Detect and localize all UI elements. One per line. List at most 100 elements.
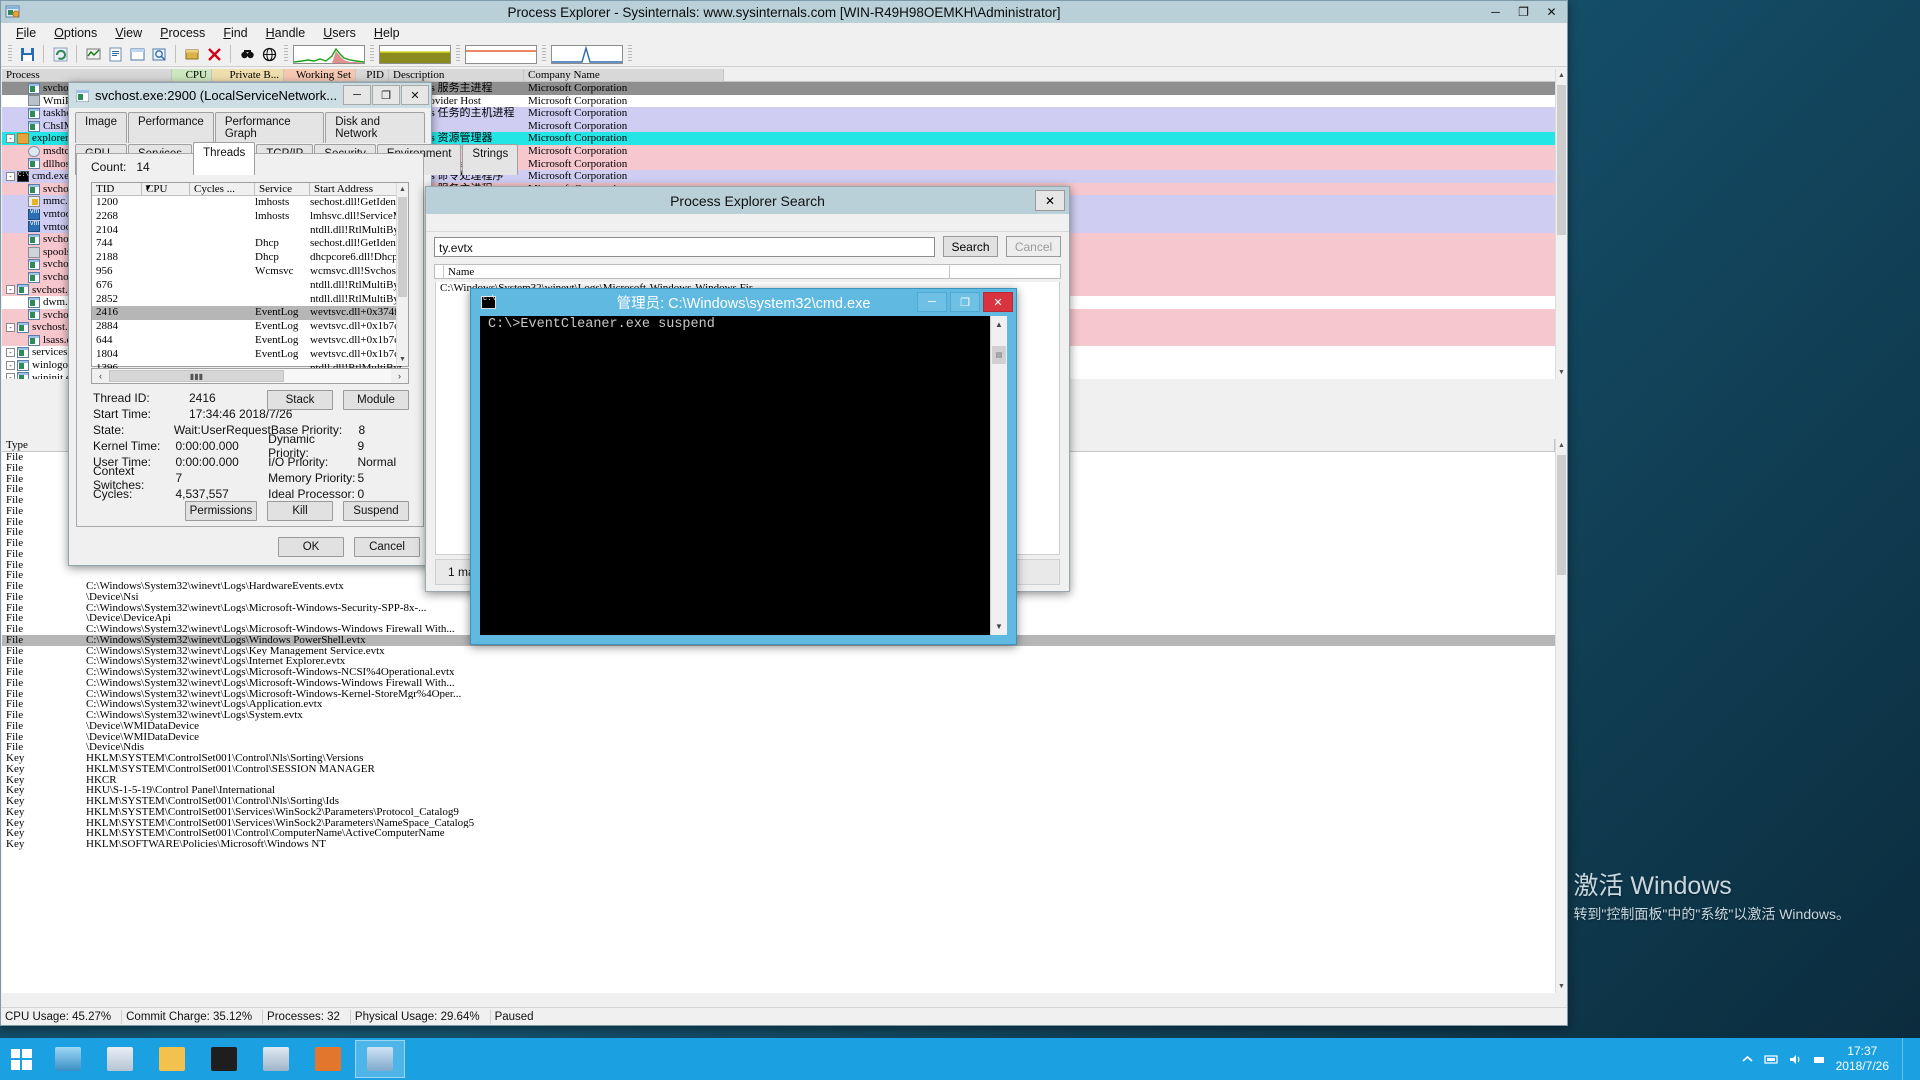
close-button[interactable]: ✕ <box>1538 2 1565 21</box>
scroll-track[interactable]: ▮▮▮ <box>109 369 391 383</box>
menu-item-file[interactable]: File <box>7 25 45 41</box>
result-col-process[interactable] <box>435 265 444 278</box>
close-button[interactable]: ✕ <box>983 292 1013 312</box>
tcpip-icon[interactable] <box>259 44 279 64</box>
taskbar-item-media[interactable] <box>303 1040 353 1078</box>
scroll-down-arrow[interactable]: ▼ <box>1556 980 1567 993</box>
tab-image[interactable]: Image <box>75 112 127 143</box>
toolbar-grip[interactable] <box>456 45 460 63</box>
properties-icon[interactable] <box>105 44 125 64</box>
taskbar-item-powershell[interactable] <box>147 1040 197 1078</box>
thread-row[interactable]: 676ntdll.dll!RtlMultiByt <box>92 279 408 293</box>
column-header-process[interactable]: Process <box>2 69 172 81</box>
handle-row[interactable]: KeyHKLM\SYSTEM\ControlSet001\Control\Nls… <box>2 796 1555 807</box>
tab-performance[interactable]: Performance <box>128 112 214 143</box>
thread-row[interactable]: 744Dhcpsechost.dll!GetIdenti <box>92 237 408 251</box>
menu-item-find[interactable]: Find <box>214 25 256 41</box>
handle-row[interactable]: KeyHKLM\SYSTEM\ControlSet001\Services\Wi… <box>2 818 1555 829</box>
toolbar-grip[interactable] <box>8 45 12 63</box>
maximize-button[interactable]: ❐ <box>950 292 980 312</box>
column-header-company-name[interactable]: Company Name <box>524 69 724 81</box>
thread-row[interactable]: 2852ntdll.dll!RtlMultiByt <box>92 293 408 307</box>
volume-icon[interactable] <box>1788 1052 1803 1067</box>
scroll-down-arrow[interactable]: ▼ <box>1556 366 1567 379</box>
cpu-history-graph[interactable] <box>293 45 365 64</box>
close-button[interactable]: ✕ <box>1035 190 1065 211</box>
tab-performance-graph[interactable]: Performance Graph <box>215 112 324 143</box>
scroll-right-arrow[interactable]: › <box>391 369 408 383</box>
scroll-up-arrow[interactable]: ▲ <box>1556 69 1567 82</box>
column-header-pid[interactable]: PID <box>356 69 389 81</box>
handle-row[interactable]: File\Device\WMIDataDevice <box>2 732 1555 743</box>
handle-row[interactable]: FileC:\Windows\System32\winevt\Logs\Appl… <box>2 699 1555 710</box>
scroll-up-arrow[interactable]: ▲ <box>397 183 408 196</box>
thread-row[interactable]: 2884EventLogwevtsvc.dll+0x1b7c4 <box>92 320 408 334</box>
handle-row[interactable]: KeyHKLM\SYSTEM\ControlSet001\Control\SES… <box>2 764 1555 775</box>
handle-row[interactable]: KeyHKLM\SYSTEM\ControlSet001\Control\Com… <box>2 828 1555 839</box>
kill-process-icon[interactable] <box>204 44 224 64</box>
find-window-icon[interactable] <box>149 44 169 64</box>
scroll-thumb[interactable] <box>398 197 407 297</box>
cancel-button[interactable]: Cancel <box>354 537 420 557</box>
refresh-icon[interactable] <box>50 44 70 64</box>
tree-toggle[interactable]: - <box>6 373 15 379</box>
start-button[interactable] <box>0 1038 42 1080</box>
scroll-thumb[interactable]: ▤ <box>992 346 1006 364</box>
save-icon[interactable] <box>17 44 37 64</box>
job-icon[interactable] <box>182 44 202 64</box>
taskbar-item-folder[interactable] <box>199 1040 249 1078</box>
search-result-headers[interactable]: Name <box>434 264 1061 279</box>
thread-column-header-tid[interactable]: TID <box>92 183 142 195</box>
threads-horizontal-scrollbar[interactable]: ‹ ▮▮▮ › <box>91 368 409 384</box>
toolbar-grip[interactable] <box>284 45 288 63</box>
thread-row[interactable]: 2416EventLogwevtsvc.dll+0x374f8 <box>92 306 408 320</box>
chevron-up-icon[interactable] <box>1740 1052 1755 1067</box>
toolbar-grip[interactable] <box>370 45 374 63</box>
ok-button[interactable]: OK <box>278 537 344 557</box>
handle-row[interactable]: KeyHKU\S-1-5-19\Control Panel\Internatio… <box>2 785 1555 796</box>
tab-threads[interactable]: Threads <box>193 142 255 175</box>
dll-view-icon[interactable] <box>127 44 147 64</box>
thread-row[interactable]: 1804EventLogwevtsvc.dll+0x1b7c4 <box>92 348 408 362</box>
scroll-thumb[interactable] <box>1557 85 1566 235</box>
thread-row[interactable]: 2188Dhcpdhcpcore6.dll!Dhcpv6M <box>92 251 408 265</box>
process-explorer-titlebar[interactable]: Process Explorer - Sysinternals: www.sys… <box>1 1 1567 23</box>
tab-disk-and-network[interactable]: Disk and Network <box>325 112 425 143</box>
thread-rows[interactable]: 1200lmhostssechost.dll!GetIdenti2268lmho… <box>92 196 408 375</box>
menu-item-process[interactable]: Process <box>151 25 214 41</box>
handle-row[interactable]: KeyHKCR <box>2 775 1555 786</box>
maximize-button[interactable]: ❐ <box>1510 2 1537 21</box>
flag-icon[interactable] <box>1812 1052 1827 1067</box>
thread-column-header-cpu[interactable]: CPU▼ <box>142 183 190 195</box>
toolbar-grip[interactable] <box>542 45 546 63</box>
handle-row[interactable]: KeyHKLM\SOFTWARE\Policies\Microsoft\Wind… <box>2 839 1555 850</box>
column-header-private-b[interactable]: Private B... <box>212 69 284 81</box>
cmd-titlebar[interactable]: 管理员: C:\Windows\system32\cmd.exe ─ ❐ ✕ <box>471 289 1016 315</box>
process-list-scrollbar[interactable]: ▲ ▼ <box>1555 69 1567 379</box>
search-dialog-titlebar[interactable]: Process Explorer Search ✕ <box>426 187 1069 214</box>
menu-item-handle[interactable]: Handle <box>257 25 315 41</box>
stack-button[interactable]: Stack <box>267 390 333 410</box>
tree-toggle[interactable]: - <box>6 348 15 357</box>
menu-item-view[interactable]: View <box>106 25 151 41</box>
column-header-working-set[interactable]: Working Set <box>284 69 356 81</box>
handle-row[interactable]: File\Device\Ndis <box>2 742 1555 753</box>
scroll-left-arrow[interactable]: ‹ <box>92 369 109 383</box>
io-history-graph[interactable] <box>465 45 537 64</box>
cmd-console[interactable]: C:\>EventCleaner.exe suspend ▲ ▤ ▼ <box>480 316 1007 635</box>
scroll-up-arrow[interactable]: ▲ <box>1556 439 1567 452</box>
kill-button[interactable]: Kill <box>267 501 333 521</box>
taskbar-item-file-explorer[interactable] <box>43 1040 93 1078</box>
handle-row[interactable]: FileC:\Windows\System32\winevt\Logs\Micr… <box>2 678 1555 689</box>
menu-item-help[interactable]: Help <box>365 25 409 41</box>
handle-row[interactable]: FileC:\Windows\System32\winevt\Logs\Inte… <box>2 656 1555 667</box>
scroll-down-arrow[interactable]: ▼ <box>397 353 408 366</box>
result-col-name[interactable]: Name <box>444 265 950 278</box>
tree-toggle[interactable]: - <box>6 323 15 332</box>
handle-row[interactable]: KeyHKLM\SYSTEM\ControlSet001\Services\Wi… <box>2 807 1555 818</box>
tree-toggle[interactable]: - <box>6 134 15 143</box>
handle-row[interactable]: KeyHKLM\SYSTEM\ControlSet001\Control\Nls… <box>2 753 1555 764</box>
taskbar-item-server-manager[interactable] <box>95 1040 145 1078</box>
handle-row[interactable]: FileC:\Windows\System32\winevt\Logs\Micr… <box>2 667 1555 678</box>
network-icon[interactable] <box>1764 1052 1779 1067</box>
